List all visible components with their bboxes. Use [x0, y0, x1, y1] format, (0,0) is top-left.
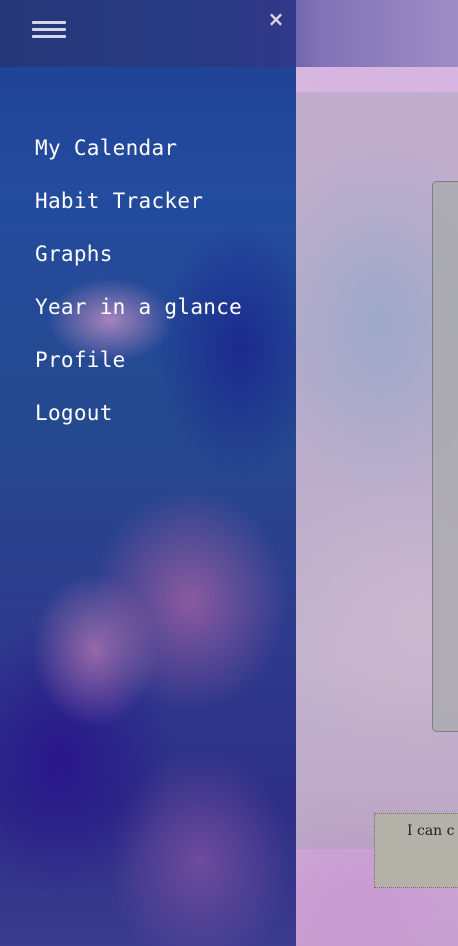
- profile-link[interactable]: Profile: [35, 342, 126, 378]
- menu-item-logout: Logout: [35, 395, 242, 448]
- side-drawer: × My Calendar Habit Tracker Graphs Year …: [0, 0, 296, 946]
- hamburger-icon[interactable]: [32, 21, 66, 41]
- my-calendar-link[interactable]: My Calendar: [35, 130, 177, 166]
- note-text: I can c: [407, 823, 455, 839]
- year-in-a-glance-link[interactable]: Year in a glance: [35, 289, 242, 325]
- menu-item-my-calendar: My Calendar: [35, 130, 242, 183]
- note-text-box[interactable]: I can c: [374, 813, 458, 888]
- nav-menu: My Calendar Habit Tracker Graphs Year in…: [35, 130, 242, 448]
- logout-link[interactable]: Logout: [35, 395, 113, 431]
- menu-item-profile: Profile: [35, 342, 242, 395]
- menu-item-graphs: Graphs: [35, 236, 242, 289]
- drawer-header: ×: [0, 0, 296, 67]
- graphs-link[interactable]: Graphs: [35, 236, 113, 272]
- menu-item-habit-tracker: Habit Tracker: [35, 183, 242, 236]
- close-icon[interactable]: ×: [266, 8, 286, 30]
- habit-tracker-link[interactable]: Habit Tracker: [35, 183, 203, 219]
- content-panel: [432, 181, 458, 732]
- menu-item-year-in-a-glance: Year in a glance: [35, 289, 242, 342]
